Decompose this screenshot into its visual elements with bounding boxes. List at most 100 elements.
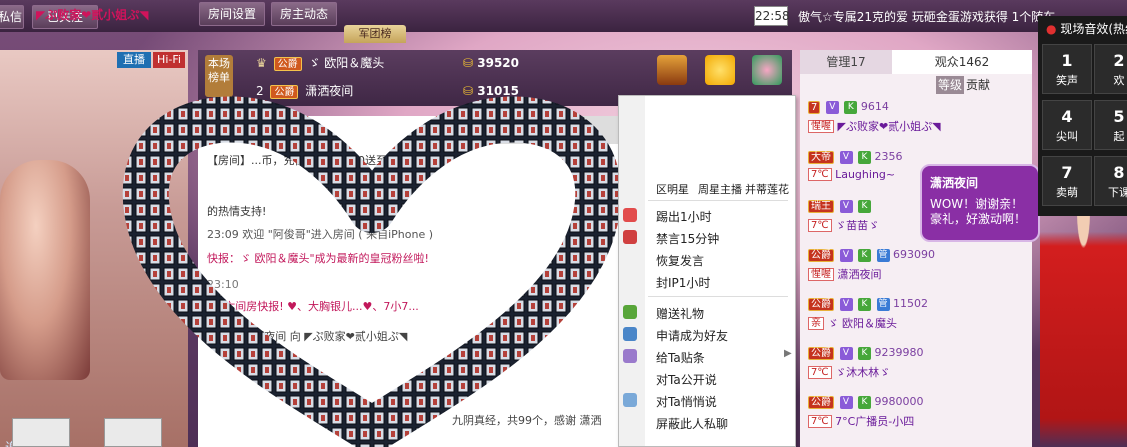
menu-item-add-friend[interactable]: 申请成为好友 bbox=[656, 327, 728, 344]
rank-badge: 公爵 bbox=[273, 56, 302, 71]
tag-icon bbox=[623, 349, 637, 363]
viewer-thumbnail[interactable] bbox=[12, 418, 70, 447]
sfx-button-cute[interactable]: 7 卖萌 bbox=[1042, 156, 1092, 206]
sfx-button-scream[interactable]: 4 尖叫 bbox=[1042, 100, 1092, 150]
audience-user-row[interactable]: 公爵 V K 管 11502 亲 ゞ 欧阳＆魔头 bbox=[808, 297, 1028, 341]
thank-you-bubble: 潇洒夜间 WOW！谢谢亲！豪礼，好激动啊！ bbox=[920, 164, 1040, 242]
tab-game[interactable]: 游戏 bbox=[490, 122, 514, 139]
gold-coin-icon: ⛁ bbox=[463, 56, 474, 70]
sfx-button-laugh[interactable]: 1 笑声 bbox=[1042, 44, 1092, 94]
user-name[interactable]: 7°C广播员-小四 bbox=[835, 415, 914, 428]
live-video[interactable]: 谢...红包。。。。 bbox=[0, 50, 188, 447]
ranking-row[interactable]: 2 公爵 潇洒夜间 bbox=[256, 82, 353, 100]
menu-item-whisper[interactable]: 对Ta悄悄说 bbox=[656, 393, 717, 410]
k-icon: K bbox=[858, 395, 871, 409]
user-level: 公爵 bbox=[808, 248, 834, 262]
mute-icon bbox=[623, 230, 637, 244]
star-badge-icon[interactable] bbox=[657, 55, 687, 85]
tab-audience[interactable]: 观众1462 bbox=[892, 50, 1032, 74]
user-level: 大帝 bbox=[808, 150, 834, 164]
user-name[interactable]: ゞ沐木林ゞ bbox=[835, 366, 890, 379]
audience-user-row[interactable]: 公爵 V K 9980000 7℃ 7°C广播员-小四 bbox=[808, 395, 1028, 439]
megaphone-icon: 📢 bbox=[207, 300, 221, 313]
menu-item-public-say[interactable]: 对Ta公开说 bbox=[656, 371, 717, 388]
user-tag: 7℃ bbox=[808, 219, 832, 232]
user-number: 9980000 bbox=[874, 395, 924, 408]
k-icon: K bbox=[858, 297, 871, 311]
announcement-marquee[interactable]: 傲气☆专属21克的爱 玩砸金蛋游戏获得 1个随车 bbox=[798, 8, 1055, 25]
k-icon: K bbox=[858, 150, 871, 164]
user-tag: 惺喔 bbox=[808, 268, 834, 281]
menu-item-send-gift[interactable]: 赠送礼物 bbox=[656, 305, 704, 322]
score-value: 31015 bbox=[477, 84, 519, 98]
gold-coin-icon: ⛁ bbox=[463, 84, 474, 98]
bubble-name: 潇洒夜间 bbox=[930, 176, 979, 190]
tab-admin[interactable]: 管理17 bbox=[800, 50, 892, 74]
score-value: 39520 bbox=[477, 56, 519, 70]
user-number: 11502 bbox=[893, 297, 928, 310]
sfx-button-cheer[interactable]: 2欢 bbox=[1094, 44, 1127, 94]
level-column-header[interactable]: 等级 bbox=[936, 76, 964, 94]
ranking-name[interactable]: ゞ 欧阳＆魔头 bbox=[308, 56, 384, 70]
live-badge[interactable]: 直播 bbox=[117, 52, 151, 68]
ranking-score: ⛁ 31015 bbox=[463, 82, 519, 100]
vip-icon: V bbox=[839, 395, 853, 409]
room-settings-button[interactable]: 房间设置 bbox=[199, 2, 265, 26]
host-news-button[interactable]: 房主动态 bbox=[271, 2, 337, 26]
submenu-arrow-icon: ▶ bbox=[784, 348, 792, 359]
clock-time: 22:58 bbox=[754, 6, 790, 26]
audience-user-row[interactable]: 公爵 V K 9239980 7℃ ゞ沐木林ゞ bbox=[808, 346, 1028, 390]
user-tag: 惺喔 bbox=[808, 120, 834, 133]
user-number: 2356 bbox=[874, 150, 903, 163]
ranking-row[interactable]: ♛ 1 公爵 ゞ 欧阳＆魔头 bbox=[256, 54, 384, 72]
k-icon: K bbox=[858, 248, 871, 262]
user-name[interactable]: ◤ぷ败家❤贰小姐ぷ◥ bbox=[838, 120, 941, 133]
audience-user-row[interactable]: 7 V K 9614 惺喔 ◤ぷ败家❤贰小姐ぷ◥ bbox=[808, 100, 1028, 144]
k-icon: K bbox=[858, 199, 871, 213]
viewer-thumbnail[interactable] bbox=[104, 418, 162, 447]
user-name[interactable]: ゞ苗苗ゞ bbox=[835, 219, 879, 232]
menu-username: ◤ぷ败家❤贰小姐ぷ◥ bbox=[36, 8, 149, 22]
user-tag: 亲 bbox=[808, 317, 824, 330]
user-number: 9614 bbox=[860, 100, 889, 113]
vip-icon: V bbox=[825, 100, 839, 114]
hifi-badge[interactable]: Hi-Fi bbox=[153, 52, 185, 68]
menu-item-mute[interactable]: 禁言15分钟 bbox=[656, 230, 719, 247]
admin-icon: 管 bbox=[876, 248, 890, 262]
user-level: 瑞王 bbox=[808, 199, 834, 213]
menu-item-unmute[interactable]: 恢复发言 bbox=[656, 252, 704, 269]
chat-line: 快报：ゞ 欧阳＆魔头"成为最新的皇冠粉丝啦! bbox=[207, 252, 429, 265]
chat-line: 23:10 潇洒夜间 向 ◤ぷ败家❤贰小姐ぷ◥ bbox=[207, 330, 408, 343]
ranking-rank: 2 bbox=[256, 84, 264, 98]
k-icon: K bbox=[858, 346, 871, 360]
audience-user-row[interactable]: 公爵 V K 管 693090 惺喔 潇洒夜间 bbox=[808, 248, 1028, 292]
lotus-badge-icon[interactable] bbox=[752, 55, 782, 85]
user-tag: 7℃ bbox=[808, 168, 832, 181]
ranking-name[interactable]: 潇洒夜间 bbox=[305, 84, 353, 98]
menu-item-post-note[interactable]: 给Ta贴条 bbox=[656, 349, 705, 366]
contribution-column-header[interactable]: 贡献 bbox=[966, 76, 990, 94]
admin-icon: 管 bbox=[876, 297, 890, 311]
user-name[interactable]: ゞ 欧阳＆魔头 bbox=[828, 317, 898, 330]
user-number: 693090 bbox=[893, 248, 935, 261]
menu-item-ban-ip[interactable]: 封IP1小时 bbox=[656, 274, 710, 291]
vip-icon: V bbox=[839, 199, 853, 213]
bubble-text: WOW！谢谢亲！豪礼，好激动啊！ bbox=[930, 197, 1027, 226]
sun-badge-icon[interactable] bbox=[705, 55, 735, 85]
add-friend-icon bbox=[623, 327, 637, 341]
army-ranking-tab[interactable]: 军团榜 bbox=[344, 25, 406, 43]
top-bar: 私信 已关注 房间设置 房主动态 22:58 傲气☆专属21克的爱 玩砸金蛋游戏… bbox=[0, 0, 1127, 32]
sfx-button-end[interactable]: 8 下课 bbox=[1094, 156, 1127, 206]
gift-icon bbox=[623, 305, 637, 319]
user-name[interactable]: 潇洒夜间 bbox=[838, 268, 882, 281]
user-level: 公爵 bbox=[808, 395, 834, 409]
chat-bubble-icon bbox=[623, 393, 637, 407]
kick-icon bbox=[623, 208, 637, 222]
menu-item-block-private[interactable]: 屏蔽此人私聊 bbox=[656, 415, 728, 432]
user-name[interactable]: Laughing~ bbox=[835, 168, 895, 181]
user-tag: 7℃ bbox=[808, 366, 832, 379]
private-message-button[interactable]: 私信 bbox=[0, 5, 24, 29]
menu-item-kick[interactable]: 踢出1小时 bbox=[656, 208, 712, 225]
user-number: 9239980 bbox=[874, 346, 924, 359]
sfx-button-boo[interactable]: 5起 bbox=[1094, 100, 1127, 150]
